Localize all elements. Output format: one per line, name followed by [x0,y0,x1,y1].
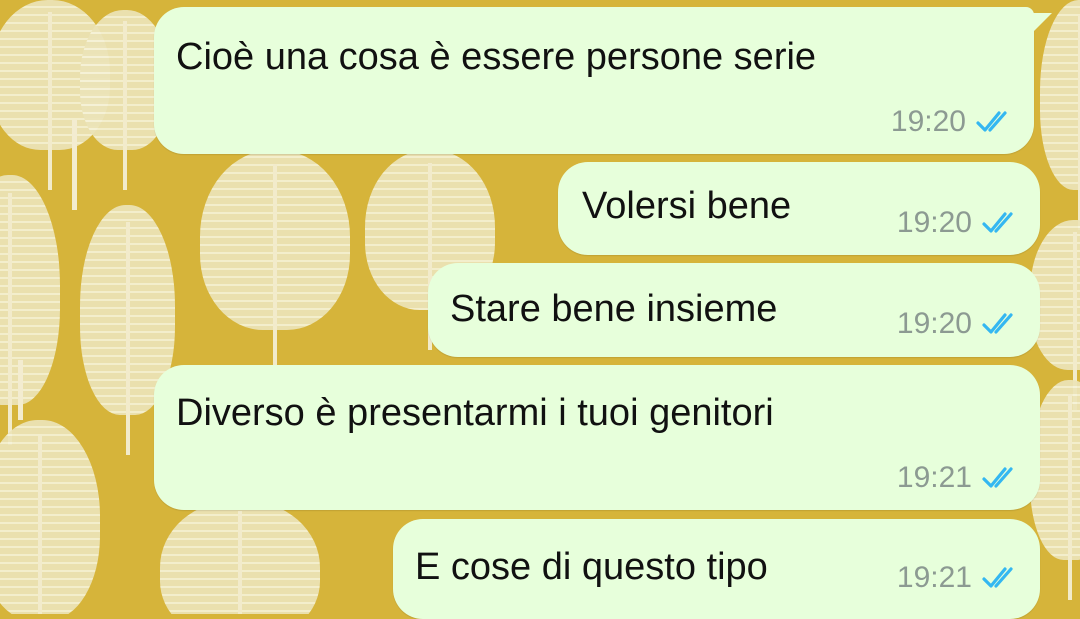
message-text: E cose di questo tipo [415,546,768,588]
double-check-read-icon [982,467,1013,488]
message-text: Cioè una cosa è essere persone serie [176,36,817,78]
message-time: 19:21 [896,461,972,494]
message-time: 19:21 [896,561,972,594]
message-time: 19:20 [896,206,972,239]
double-check-read-icon [982,212,1013,233]
double-check-read-icon [982,567,1013,588]
message-text: Volersi bene [582,185,792,227]
outgoing-message-bubble[interactable]: Stare bene insieme 19:20 [428,263,1040,357]
message-time: 19:20 [896,307,972,340]
double-check-read-icon [976,111,1007,132]
message-time: 19:20 [890,105,966,138]
bubble-tail [1030,13,1052,35]
message-text: Stare bene insieme [450,288,778,330]
message-meta: 19:20 [897,206,1022,240]
message-meta: 19:20 [891,105,1016,139]
outgoing-message-bubble[interactable]: E cose di questo tipo 19:21 [393,519,1040,619]
chat-thread: Cioè una cosa è essere persone serie 19:… [0,0,1080,619]
outgoing-message-bubble[interactable]: Diverso è presentarmi i tuoi genitori 19… [154,365,1040,510]
message-meta: 19:21 [897,461,1022,495]
message-meta: 19:21 [897,561,1022,595]
message-text: Diverso è presentarmi i tuoi genitori [176,392,774,434]
message-meta: 19:20 [897,307,1022,341]
outgoing-message-bubble[interactable]: Volersi bene 19:20 [558,162,1040,255]
double-check-read-icon [982,313,1013,334]
outgoing-message-bubble[interactable]: Cioè una cosa è essere persone serie 19:… [154,7,1052,154]
